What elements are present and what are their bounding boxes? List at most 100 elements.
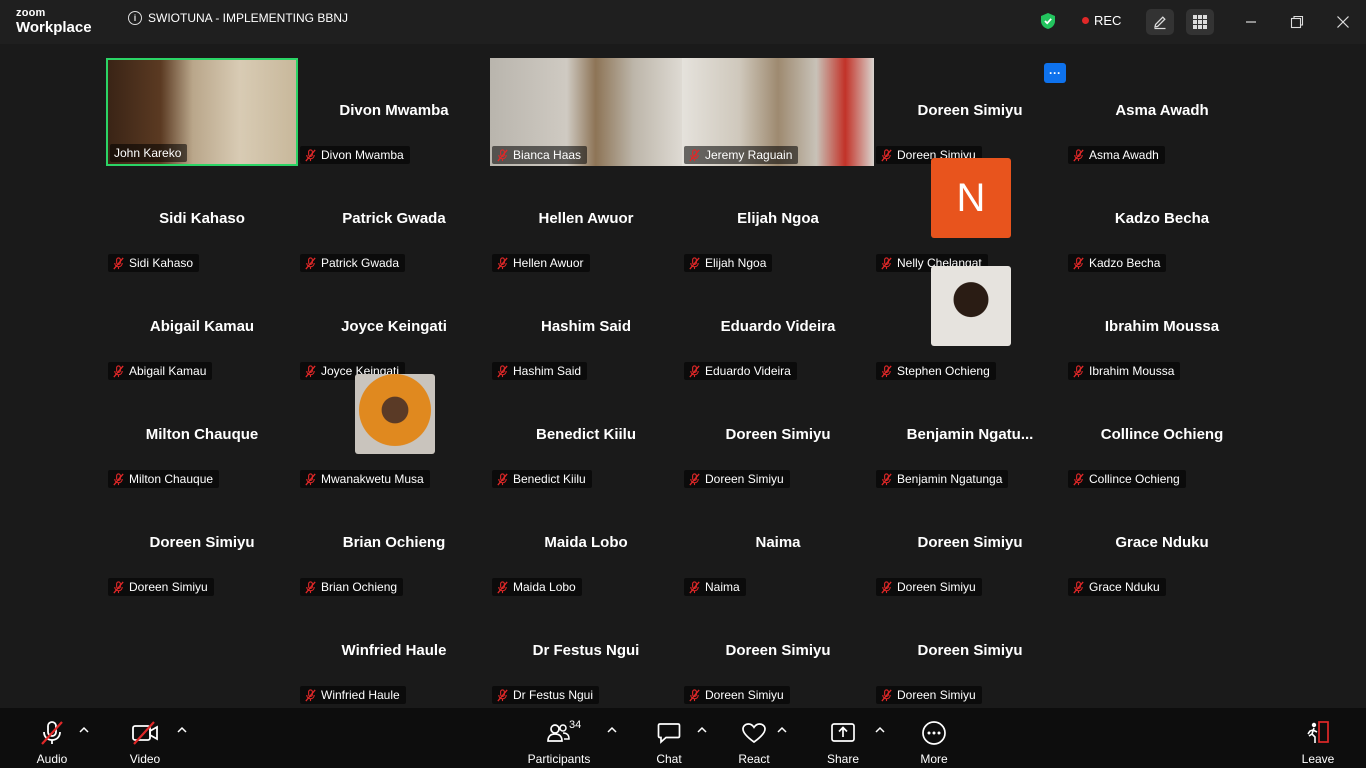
participant-tile[interactable]: Eduardo Videira Eduardo Videira (682, 274, 874, 382)
participant-tile[interactable]: Maida Lobo Maida Lobo (490, 490, 682, 598)
participant-tile[interactable]: Doreen Simiyu Doreen Simiyu (874, 598, 1066, 706)
participant-name: Bianca Haas (513, 148, 582, 162)
minimize-icon[interactable] (1241, 12, 1261, 32)
participant-name-display: Benjamin Ngatu... (906, 426, 1034, 443)
chat-button[interactable]: Chat (651, 708, 687, 768)
mic-off-icon (1072, 148, 1085, 162)
participant-name-display: Winfried Haule (341, 642, 447, 659)
participant-tile[interactable]: Patrick Gwada Patrick Gwada (298, 166, 490, 274)
chevron-up-icon[interactable] (777, 722, 787, 733)
participant-tile[interactable]: Abigail Kamau Abigail Kamau (106, 274, 298, 382)
participant-tile[interactable]: Elijah Ngoa Elijah Ngoa (682, 166, 874, 274)
chevron-up-icon[interactable] (177, 722, 187, 733)
participant-name: Abigail Kamau (129, 364, 207, 378)
audio-button[interactable]: Audio (30, 708, 74, 768)
participant-name-label: Patrick Gwada (300, 254, 406, 272)
mic-off-icon (688, 580, 701, 594)
participants-icon: 34 (547, 718, 581, 748)
participant-tile[interactable]: Stephen Ochieng (874, 266, 1066, 382)
mic-off-icon (39, 718, 65, 748)
participant-name-display: Doreen Simiyu (917, 102, 1023, 119)
participant-tile[interactable]: Milton Chauque Milton Chauque (106, 382, 298, 490)
participant-tile[interactable]: Brian Ochieng Brian Ochieng (298, 490, 490, 598)
participant-name-label: Divon Mwamba (300, 146, 410, 164)
participant-tile[interactable]: Hellen Awuor Hellen Awuor (490, 166, 682, 274)
participant-name-label: Maida Lobo (492, 578, 582, 596)
participant-tile[interactable]: Naima Naima (682, 490, 874, 598)
close-icon[interactable] (1333, 12, 1353, 32)
participant-name: Collince Ochieng (1089, 472, 1180, 486)
participants-button[interactable]: 34 Participants (526, 708, 592, 768)
chat-label: Chat (656, 752, 682, 766)
mic-off-icon (880, 472, 893, 486)
meeting-title-text: SWIOTUNA - IMPLEMENTING BBNJ (148, 11, 349, 25)
participant-name-display: Doreen Simiyu (917, 534, 1023, 551)
participant-tile[interactable]: Sidi Kahaso Sidi Kahaso (106, 166, 298, 274)
participant-name-display: Abigail Kamau (149, 318, 255, 335)
mic-off-icon (880, 364, 893, 378)
react-button[interactable]: React (734, 708, 774, 768)
avatar (931, 266, 1011, 346)
participant-tile[interactable]: Doreen Simiyu Doreen Simiyu (874, 490, 1066, 598)
participant-name-display: Patrick Gwada (342, 210, 446, 227)
mic-off-icon (688, 148, 701, 162)
participant-tile[interactable]: Asma Awadh Asma Awadh (1066, 58, 1258, 166)
participant-tile[interactable]: Kadzo Becha Kadzo Becha (1066, 166, 1258, 274)
participant-name-label: Winfried Haule (300, 686, 406, 704)
participant-tile[interactable]: Ibrahim Moussa Ibrahim Moussa (1066, 274, 1258, 382)
participant-tile[interactable]: Doreen Simiyu Doreen Simiyu (874, 58, 1066, 166)
participant-tile[interactable]: Winfried Haule Winfried Haule (298, 598, 490, 706)
title-bar: zoom Workplace i SWIOTUNA - IMPLEMENTING… (0, 0, 1366, 44)
record-icon (1082, 17, 1089, 24)
participant-name-label: Kadzo Becha (1068, 254, 1167, 272)
participant-tile[interactable]: Dr Festus Ngui Dr Festus Ngui (490, 598, 682, 706)
participant-tile[interactable]: Bianca Haas (490, 58, 682, 166)
participant-name: Hashim Said (513, 364, 582, 378)
shield-icon[interactable] (1040, 12, 1056, 35)
video-off-icon (131, 718, 159, 748)
more-button[interactable]: More (916, 708, 952, 768)
edit-icon[interactable] (1146, 9, 1174, 35)
chevron-up-icon[interactable] (607, 722, 617, 733)
chevron-up-icon[interactable] (79, 722, 89, 733)
participant-tile[interactable]: Joyce Keingati Joyce Keingati (298, 274, 490, 382)
participant-name: Stephen Ochieng (897, 364, 990, 378)
recording-indicator[interactable]: REC (1082, 13, 1121, 28)
chevron-up-icon[interactable] (875, 722, 885, 733)
participant-tile[interactable]: Mwanakwetu Musa (298, 374, 490, 490)
participant-tile[interactable]: Benedict Kiilu Benedict Kiilu (490, 382, 682, 490)
avatar: N (931, 158, 1011, 238)
participant-tile[interactable]: Doreen Simiyu Doreen Simiyu (682, 382, 874, 490)
avatar (355, 374, 435, 454)
apps-grid-icon[interactable] (1186, 9, 1214, 35)
chevron-up-icon[interactable] (697, 722, 707, 733)
participant-tile[interactable]: Divon Mwamba Divon Mwamba (298, 58, 490, 166)
participant-name-display: Hellen Awuor (538, 210, 634, 227)
info-icon[interactable]: i (128, 11, 142, 25)
participants-label: Participants (527, 752, 591, 766)
participant-name-label: Bianca Haas (492, 146, 588, 164)
participant-tile[interactable]: Grace Nduku Grace Nduku (1066, 490, 1258, 598)
participant-name: Benjamin Ngatunga (897, 472, 1003, 486)
participant-tile[interactable]: John Kareko (106, 58, 298, 166)
restore-icon[interactable] (1287, 12, 1307, 32)
participant-name-display: Naima (755, 534, 801, 551)
mic-off-icon (496, 364, 509, 378)
mic-off-icon (304, 472, 317, 486)
participant-tile[interactable]: Benjamin Ngatu... Benjamin Ngatunga (874, 382, 1066, 490)
participant-tile[interactable]: Hashim Said Hashim Said (490, 274, 682, 382)
leave-button[interactable]: Leave (1298, 708, 1338, 768)
meeting-title[interactable]: i SWIOTUNA - IMPLEMENTING BBNJ (128, 11, 348, 25)
participant-name-label: Asma Awadh (1068, 146, 1165, 164)
participant-name-label: Ibrahim Moussa (1068, 362, 1181, 380)
participant-tile[interactable]: N Nelly Chelangat (874, 158, 1066, 274)
participant-tile[interactable]: Jeremy Raguain (682, 58, 874, 166)
participant-name: Asma Awadh (1089, 148, 1159, 162)
participant-name-display: Elijah Ngoa (737, 210, 819, 227)
participant-name-label: Brian Ochieng (300, 578, 404, 596)
participant-tile[interactable]: Doreen Simiyu Doreen Simiyu (682, 598, 874, 706)
video-button[interactable]: Video (124, 708, 166, 768)
share-button[interactable]: Share (824, 708, 862, 768)
participant-tile[interactable]: Doreen Simiyu Doreen Simiyu (106, 490, 298, 598)
participant-tile[interactable]: Collince Ochieng Collince Ochieng (1066, 382, 1258, 490)
